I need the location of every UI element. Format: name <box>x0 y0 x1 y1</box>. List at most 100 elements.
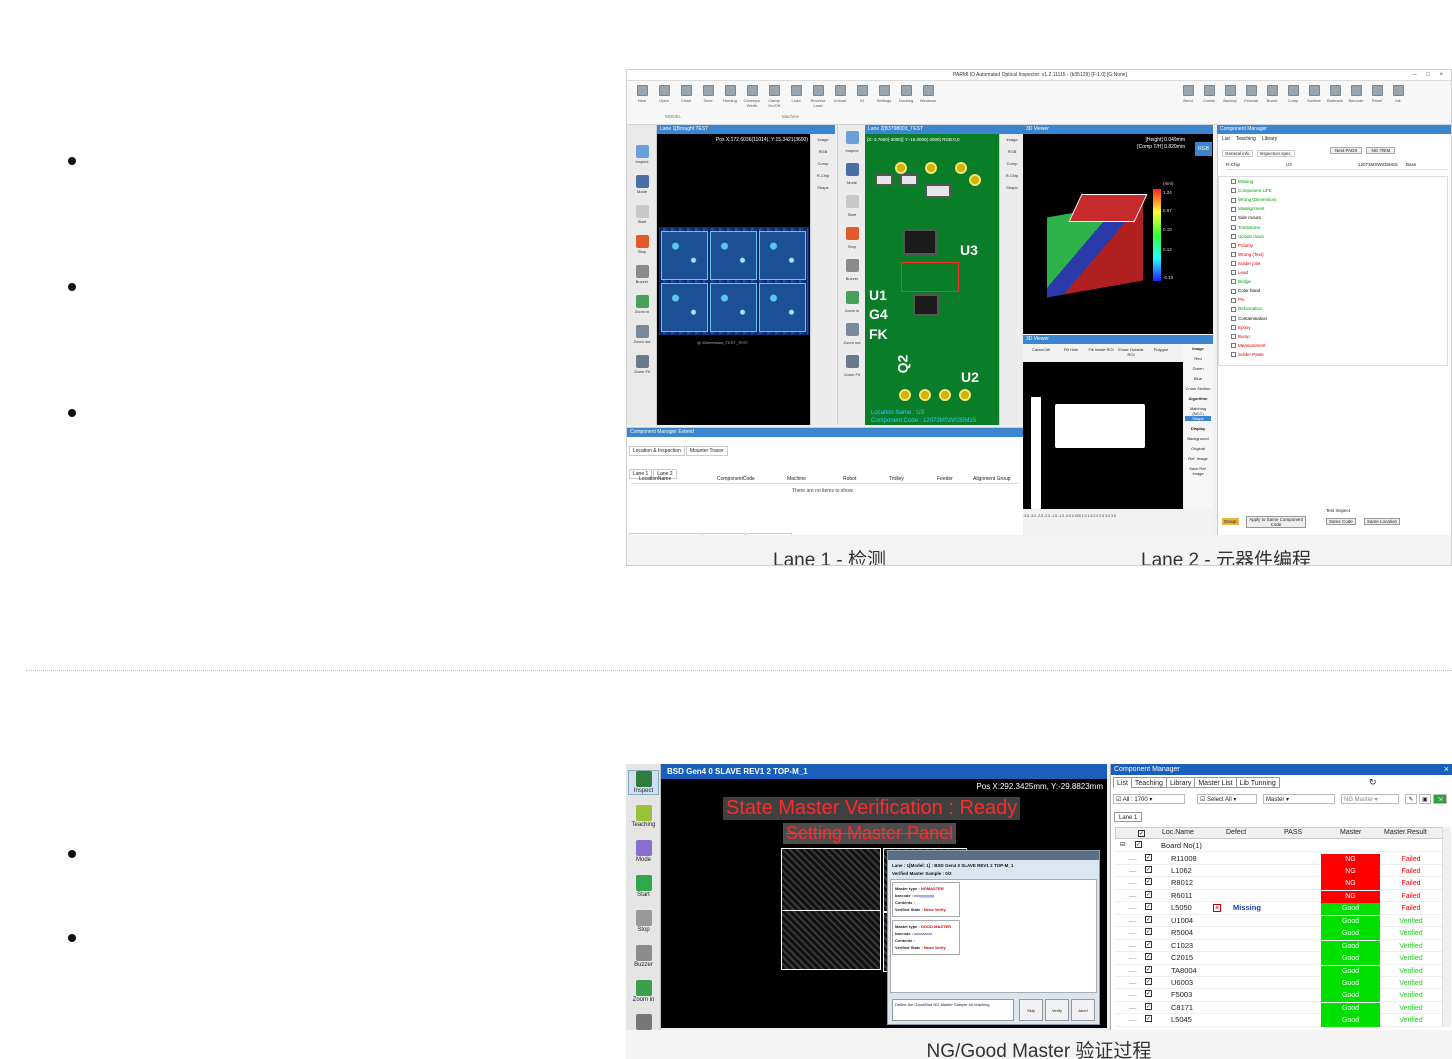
checkbox[interactable] <box>1231 279 1236 285</box>
ribbon-button[interactable]: New <box>633 85 651 103</box>
master-select[interactable]: Master ▾ <box>1263 794 1335 804</box>
strip-item[interactable]: R-Chip <box>811 170 835 182</box>
tool-start[interactable]: Start <box>628 875 659 898</box>
inspection-item[interactable]: Component LiFE <box>1231 188 1272 194</box>
table-row[interactable]: ✓ — U6003 Good Verified <box>1115 977 1448 990</box>
refresh-icon[interactable]: ↻ <box>1369 777 1377 788</box>
abort-button[interactable]: Abort <box>1071 999 1095 1021</box>
mid-tool[interactable]: Zoom out <box>841 323 863 349</box>
viewer3d[interactable]: [Height] 0.049mm [Comp T/H] 0.820mm (mm)… <box>1023 134 1213 334</box>
table-row[interactable]: ✓ — L1062 NG Failed <box>1115 865 1448 878</box>
ribbon-button[interactable]: Ink <box>1389 85 1407 103</box>
table-scrollbar[interactable] <box>1442 827 1451 1027</box>
roi-tool-button[interactable]: Erase Outside ROI <box>1117 347 1145 357</box>
mid-tool[interactable]: Inspect <box>841 131 863 157</box>
display-item[interactable]: Original <box>1185 446 1211 451</box>
column-header[interactable]: Master.Result <box>1384 829 1427 836</box>
ribbon-button[interactable]: Clamp On/Off <box>765 85 783 108</box>
inspection-item[interactable]: Epoxy <box>1231 325 1251 330</box>
ribbon-button[interactable]: Docking <box>897 85 915 103</box>
inspection-item[interactable]: Wrong (Text) <box>1231 252 1264 258</box>
select-all-toggle[interactable]: ☑ Select All ▾ <box>1197 794 1257 804</box>
tool-inspect[interactable]: Inspect <box>628 770 659 795</box>
table-row[interactable]: ✓ — C8171 Good Verified <box>1115 1002 1448 1015</box>
row-checkbox[interactable]: ✓ <box>1145 878 1152 886</box>
mid-tool[interactable]: Zoom in <box>841 291 863 317</box>
inspection-item[interactable]: Lead <box>1231 270 1248 276</box>
tool-start[interactable]: Start <box>631 205 653 224</box>
strip-item[interactable]: RGB <box>811 146 835 158</box>
ribbon-button[interactable]: Panel <box>1368 85 1386 103</box>
select-all-checkbox[interactable]: ✓ <box>1138 830 1145 837</box>
ribbon-button[interactable]: Unload <box>831 85 849 103</box>
cm-tab[interactable]: Teaching <box>1130 777 1167 788</box>
display-item[interactable]: Save Ref. Image <box>1185 466 1211 476</box>
row-checkbox[interactable]: ✓ <box>1145 903 1152 911</box>
column-header[interactable]: Loc.Name <box>1162 829 1194 836</box>
cm-tab[interactable]: Library <box>1165 777 1196 788</box>
lane1-camera-view[interactable]: Pos X:172.6036(11014), Y:15.3421(3600) @… <box>657 134 810 425</box>
tool-stop[interactable]: Stop <box>628 910 659 933</box>
checkbox[interactable] <box>1231 215 1236 221</box>
row-checkbox[interactable]: ✓ <box>1145 928 1152 936</box>
checkbox[interactable] <box>1231 179 1236 185</box>
board-row[interactable]: ⊟ ✓ Board No(1) <box>1115 840 1448 853</box>
inspection-item[interactable]: Polarity <box>1231 243 1253 248</box>
tool-mode[interactable]: Mode <box>631 175 653 194</box>
strip-item[interactable]: Image <box>811 134 835 146</box>
window-controls[interactable]: – □ × <box>1413 70 1447 81</box>
row-checkbox[interactable]: ✓ <box>1145 965 1152 973</box>
cm-subtab[interactable]: General info <box>1222 150 1253 157</box>
strip-item[interactable]: RGB <box>1000 146 1024 158</box>
cm-tab[interactable]: Teaching <box>1236 136 1256 142</box>
zoom-out-icon[interactable] <box>628 1014 659 1031</box>
checkbox[interactable] <box>1231 224 1236 230</box>
mid-tool[interactable]: Mode <box>841 163 863 189</box>
mid-tool[interactable]: Start <box>841 195 863 221</box>
table-row[interactable]: ✓ — R11008 NG Failed <box>1115 853 1448 866</box>
ribbon-button[interactable]: Backup <box>1221 85 1239 103</box>
ribbon-button[interactable]: Barcode <box>1347 85 1365 103</box>
table-row[interactable]: ✓ — R8012 NG Failed <box>1115 877 1448 891</box>
image-tab[interactable]: Red <box>1185 356 1211 361</box>
inspection-item[interactable]: Measurement <box>1231 343 1266 349</box>
table-row[interactable]: ✓ — U1004 Good Verified <box>1115 915 1448 928</box>
tool-zoom-fit[interactable]: Zoom Fit <box>631 355 653 374</box>
mid-tool[interactable]: Buzzer <box>841 259 863 285</box>
strip-item[interactable]: Image <box>1000 134 1024 146</box>
strip-item[interactable]: Comp <box>811 158 835 170</box>
ext-column-header[interactable]: ComponentCode <box>717 476 755 482</box>
checkbox[interactable] <box>1231 270 1236 276</box>
ext-column-header[interactable]: Alignment Group <box>973 476 1011 482</box>
table-row[interactable]: ✓ — C1023 Good Verified <box>1115 940 1448 953</box>
ribbon-button[interactable]: Settings <box>875 85 893 103</box>
roi-tool-button[interactable]: Cancel All <box>1027 347 1055 352</box>
cm-tab[interactable]: Master List <box>1194 777 1237 788</box>
tool-mode[interactable]: Mode <box>628 840 659 863</box>
display-item[interactable]: Ref. Image <box>1185 456 1211 461</box>
cm-tab[interactable]: Library <box>1262 136 1277 142</box>
same-code-button[interactable]: Same Code <box>1326 518 1356 525</box>
ext-tab[interactable]: Location & Inspection <box>629 446 685 456</box>
ribbon-button[interactable]: Board <box>1263 85 1281 103</box>
strip-item[interactable]: R-Chip <box>1000 170 1024 182</box>
checkbox[interactable] <box>1231 206 1236 212</box>
tool-inspect[interactable]: Inspect <box>631 145 653 164</box>
column-header[interactable]: Master <box>1340 829 1361 836</box>
inspection-item[interactable]: Misalignment <box>1231 206 1265 212</box>
checkbox[interactable] <box>1231 343 1236 349</box>
checkbox[interactable] <box>1231 252 1236 258</box>
strip-item[interactable]: Shape <box>1000 182 1024 194</box>
display-item[interactable]: Background <box>1185 436 1211 441</box>
inspection-item[interactable]: Side mount <box>1231 215 1261 221</box>
inspection-item[interactable]: Missing <box>1231 179 1253 185</box>
checkbox[interactable] <box>1231 315 1236 321</box>
table-row[interactable]: ✓ — L5050 × Missing Good Failed <box>1115 902 1448 916</box>
cm-toolbar-button[interactable]: NG ITEM <box>1366 147 1396 154</box>
column-header[interactable]: Defect <box>1226 829 1246 836</box>
tool-buzzer[interactable]: Buzzer <box>631 265 653 284</box>
binary-image[interactable] <box>1023 362 1183 509</box>
inspection-item[interactable]: Solder joint <box>1231 261 1261 267</box>
mid-tool[interactable]: Zoom Fit <box>841 355 863 381</box>
cm-toolbar-button[interactable]: Next PADX <box>1330 147 1363 154</box>
